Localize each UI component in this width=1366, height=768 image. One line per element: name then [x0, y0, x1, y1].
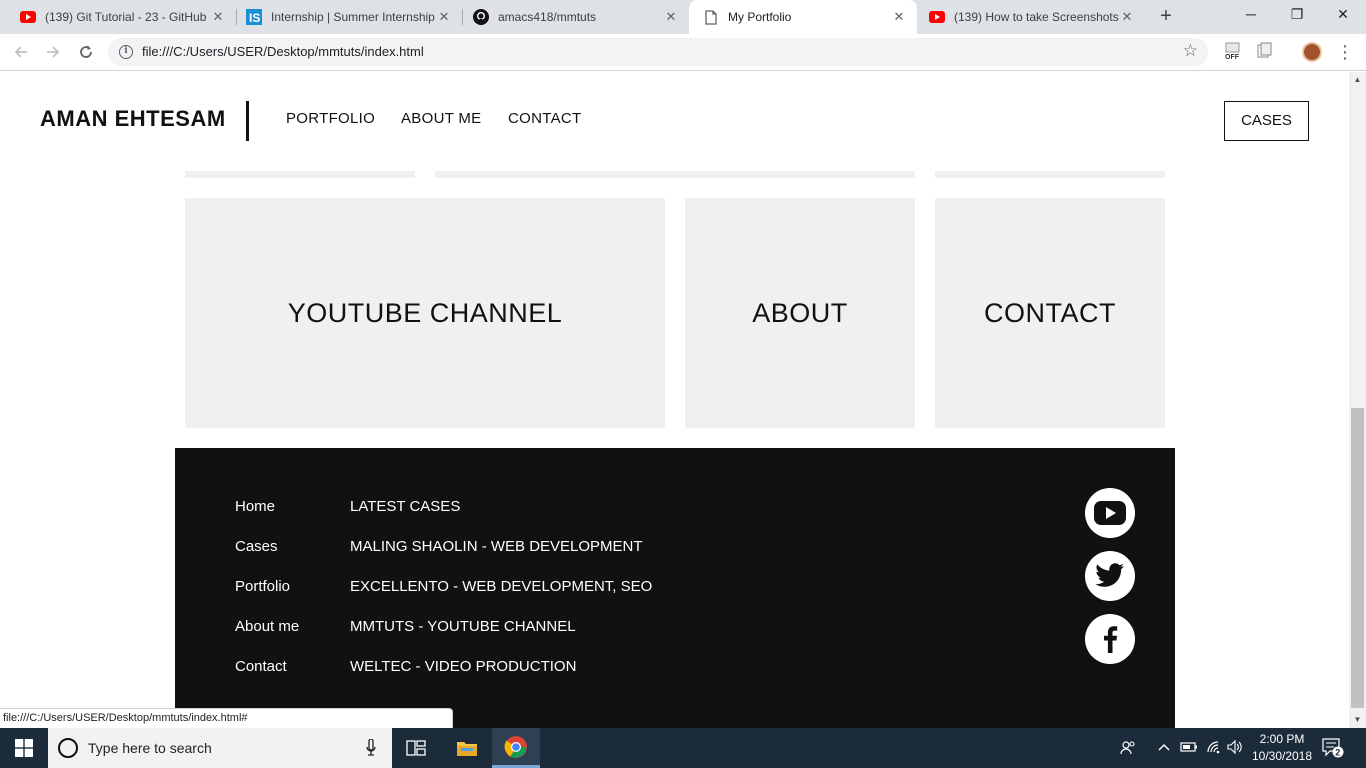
card-edge [185, 171, 415, 178]
link-status-bubble: file:///C:/Users/USER/Desktop/mmtuts/ind… [0, 708, 453, 728]
close-icon[interactable]: ✕ [663, 9, 679, 25]
new-tab-button[interactable]: + [1154, 5, 1178, 29]
back-button[interactable] [9, 40, 33, 64]
close-window-button[interactable]: ✕ [1320, 0, 1366, 30]
browser-menu-icon[interactable]: ⋮ [1336, 40, 1354, 64]
profile-avatar[interactable] [1302, 42, 1322, 62]
card-title: ABOUT [752, 297, 848, 328]
tab-title: Internship | Summer Internship [271, 10, 435, 24]
card-about[interactable]: ABOUT [685, 198, 915, 428]
page-icon [703, 9, 719, 25]
clock-time: 2:00 PM [1259, 732, 1305, 746]
tab-title: My Portfolio [728, 10, 792, 24]
tab-title: amacs418/mmtuts [498, 10, 597, 24]
close-icon[interactable]: ✕ [436, 9, 452, 25]
browser-tab-strip: (139) Git Tutorial - 23 - GitHub ✕ IS In… [0, 0, 1366, 34]
footer-case-link[interactable]: WELTEC - VIDEO PRODUCTION [350, 658, 576, 675]
logo-divider [246, 101, 249, 141]
chrome-taskbar-icon[interactable] [492, 728, 540, 768]
svg-text:IS: IS [249, 11, 260, 25]
address-bar[interactable]: i file:///C:/Users/USER/Desktop/mmtuts/i… [108, 38, 1208, 66]
extension-off-icon[interactable]: OFF [1225, 42, 1241, 61]
tab-git-tutorial[interactable]: (139) Git Tutorial - 23 - GitHub ✕ [0, 0, 236, 34]
footer-link-cases[interactable]: Cases [235, 538, 278, 555]
card-edge [435, 171, 915, 178]
svg-text:OFF: OFF [1225, 54, 1240, 60]
site-footer: Home Cases Portfolio About me Contact LA… [175, 448, 1175, 728]
github-icon [473, 9, 489, 25]
site-header: AMAN EHTESAM PORTFOLIO ABOUT ME CONTACT … [0, 72, 1349, 168]
url-text: file:///C:/Users/USER/Desktop/mmtuts/ind… [142, 44, 424, 59]
reload-button[interactable] [74, 40, 98, 64]
cortana-icon [58, 738, 78, 758]
footer-case-link[interactable]: EXCELLENTO - WEB DEVELOPMENT, SEO [350, 578, 652, 595]
scroll-down-arrow[interactable]: ▼ [1349, 712, 1366, 728]
file-explorer-icon[interactable] [443, 728, 491, 768]
nav-link-contact[interactable]: CONTACT [508, 110, 581, 127]
card-title: CONTACT [984, 297, 1116, 328]
page-scrollbar[interactable]: ▲ ▼ [1349, 72, 1366, 728]
internshala-icon: IS [246, 9, 262, 25]
card-edge [935, 171, 1165, 178]
clock-date: 10/30/2018 [1251, 749, 1313, 763]
twitter-icon[interactable] [1085, 551, 1135, 601]
tab-title: (139) How to take Screenshots [954, 10, 1119, 24]
restore-button[interactable]: ❐ [1274, 0, 1320, 30]
card-contact[interactable]: CONTACT [935, 198, 1165, 428]
footer-case-link[interactable]: MALING SHAOLIN - WEB DEVELOPMENT [350, 538, 643, 555]
notification-center-icon[interactable]: 2 [1322, 738, 1344, 758]
people-icon[interactable] [1120, 740, 1136, 759]
battery-icon[interactable] [1180, 740, 1198, 757]
wifi-icon[interactable] [1206, 740, 1222, 757]
windows-logo-icon [15, 739, 33, 757]
bookmark-star-icon[interactable]: ☆ [1183, 41, 1198, 61]
scrollbar-thumb[interactable] [1351, 408, 1364, 708]
footer-link-home[interactable]: Home [235, 498, 275, 515]
youtube-icon [20, 9, 36, 25]
taskbar-clock[interactable]: 2:00 PM 10/30/2018 [1244, 731, 1320, 765]
tab-github[interactable]: amacs418/mmtuts ✕ [453, 0, 689, 34]
microphone-icon[interactable] [366, 739, 376, 757]
tab-internship[interactable]: IS Internship | Summer Internship ✕ [226, 0, 462, 34]
footer-link-portfolio[interactable]: Portfolio [235, 578, 290, 595]
volume-icon[interactable] [1227, 739, 1243, 757]
card-youtube-channel[interactable]: YOUTUBE CHANNEL [185, 198, 665, 428]
facebook-icon[interactable] [1085, 614, 1135, 664]
scroll-up-arrow[interactable]: ▲ [1349, 72, 1366, 88]
start-button[interactable] [0, 728, 48, 768]
youtube-icon [929, 9, 945, 25]
footer-case-link[interactable]: MMTUTS - YOUTUBE CHANNEL [350, 618, 576, 635]
task-view-icon[interactable] [392, 728, 440, 768]
forward-button[interactable] [41, 40, 65, 64]
nav-link-portfolio[interactable]: PORTFOLIO [286, 110, 375, 127]
close-icon[interactable]: ✕ [210, 9, 226, 25]
tab-title: (139) Git Tutorial - 23 - GitHub [45, 10, 207, 24]
youtube-icon[interactable] [1085, 488, 1135, 538]
cases-button[interactable]: CASES [1224, 101, 1309, 141]
chevron-up-icon[interactable] [1157, 740, 1171, 757]
taskbar-search-box[interactable]: Type here to search [48, 728, 392, 768]
notification-count: 2 [1335, 747, 1340, 757]
footer-cases-heading: LATEST CASES [350, 498, 461, 515]
search-placeholder: Type here to search [88, 740, 212, 756]
page-viewport: AMAN EHTESAM PORTFOLIO ABOUT ME CONTACT … [0, 72, 1349, 728]
footer-link-about-me[interactable]: About me [235, 618, 299, 635]
windows-taskbar: Type here to search 2:00 PM 10/30/2018 2 [0, 728, 1366, 768]
close-icon[interactable]: ✕ [1119, 9, 1135, 25]
footer-link-contact[interactable]: Contact [235, 658, 287, 675]
browser-toolbar: i file:///C:/Users/USER/Desktop/mmtuts/i… [0, 34, 1366, 71]
tab-my-portfolio[interactable]: My Portfolio ✕ [689, 0, 917, 34]
extension-pages-icon[interactable] [1257, 42, 1273, 60]
info-icon[interactable]: i [119, 45, 133, 59]
nav-link-about-me[interactable]: ABOUT ME [401, 110, 481, 127]
tab-screenshots[interactable]: (139) How to take Screenshots ✕ [917, 0, 1145, 34]
minimize-button[interactable]: ─ [1228, 0, 1274, 30]
close-icon[interactable]: ✕ [891, 9, 907, 25]
site-logo[interactable]: AMAN EHTESAM [40, 106, 226, 132]
card-title: YOUTUBE CHANNEL [287, 297, 563, 328]
